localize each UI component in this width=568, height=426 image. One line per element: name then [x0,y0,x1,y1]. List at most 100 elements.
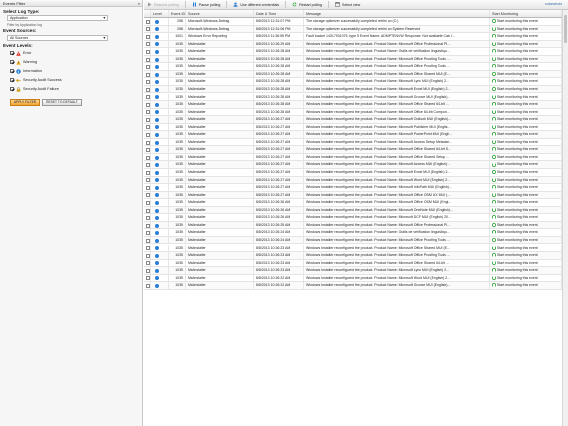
start-monitoring-link[interactable]: Start monitoring this event [490,138,562,146]
table-row[interactable]: 1035 MsiInstaller 8/8/2013 10:26:22 AM Wind… [144,282,562,290]
table-row[interactable]: 1035 MsiInstaller 8/8/2013 10:26:23 AM Wind… [144,244,562,253]
row-checkbox[interactable] [146,185,150,190]
reset-to-default-button[interactable]: RESET TO DEFAULT [42,99,82,106]
start-monitoring-link[interactable]: Start monitoring this event [490,153,562,161]
checkbox[interactable] [10,69,14,73]
table-row[interactable]: 1035 MsiInstaller 8/8/2013 10:26:28 AM Wind… [144,85,562,94]
row-checkbox[interactable] [146,140,150,145]
different-credentials-button[interactable]: Use different credentials [233,2,279,7]
table-row[interactable]: 1001 Windows Error Reporting 8/8/2013 11:3… [144,33,562,41]
table-row[interactable]: 1035 MsiInstaller 8/8/2013 10:26:25 AM Wind… [144,221,562,230]
row-checkbox[interactable] [146,125,150,130]
level-checkbox-warning[interactable]: Warning [10,59,37,65]
table-row[interactable]: 1035 MsiInstaller 8/8/2013 10:26:27 AM Wind… [144,116,562,124]
checkbox[interactable] [10,87,14,91]
start-monitoring-link[interactable]: Start monitoring this event [490,206,562,214]
start-monitoring-link[interactable]: Start monitoring this event [490,63,562,70]
select-view-button[interactable]: Select view [335,2,360,7]
row-checkbox[interactable] [146,102,150,107]
start-monitoring-link[interactable]: Start monitoring this event [490,221,562,229]
row-checkbox[interactable] [146,72,150,77]
table-row[interactable]: 1035 MsiInstaller 8/8/2013 10:26:28 AM Wind… [144,78,562,86]
start-monitoring-link[interactable]: Start monitoring this event [490,93,562,101]
start-monitoring-link[interactable]: Start monitoring this event [490,55,562,63]
table-row[interactable]: 1035 MsiInstaller 8/8/2013 10:26:26 AM Wind… [144,199,562,207]
row-checkbox[interactable] [146,34,150,39]
row-checkbox[interactable] [146,208,150,213]
table-row[interactable]: 1035 MsiInstaller 8/8/2013 10:26:29 AM Wind… [144,40,562,49]
level-checkbox-information[interactable]: Information [10,68,42,74]
start-monitoring-link[interactable]: Start monitoring this event [490,236,562,244]
start-monitoring-link[interactable]: Start monitoring this event [490,18,562,25]
row-checkbox[interactable] [146,223,150,228]
table-row[interactable]: 1035 MsiInstaller 8/8/2013 10:26:28 AM Wind… [144,55,562,64]
column-header-date-time[interactable]: Date & Time [254,10,304,17]
start-monitoring-link[interactable]: Start monitoring this event [490,282,562,289]
table-row[interactable]: 1035 MsiInstaller 8/8/2013 10:26:27 AM Wind… [144,184,562,192]
row-checkbox[interactable] [146,193,150,198]
table-row[interactable]: 1035 MsiInstaller 8/8/2013 10:26:22 AM Wind… [144,274,562,283]
column-header-start-monitoring[interactable]: Start Monitoring [490,10,562,17]
start-monitoring-link[interactable]: Start monitoring this event [490,33,562,40]
start-monitoring-link[interactable]: Start monitoring this event [490,274,562,282]
start-monitoring-link[interactable]: Start monitoring this event [490,244,562,252]
start-monitoring-link[interactable]: Start monitoring this event [490,108,562,116]
start-monitoring-link[interactable]: Start monitoring this event [490,70,562,78]
row-checkbox[interactable] [146,284,150,289]
row-checkbox[interactable] [146,133,150,138]
start-monitoring-link[interactable]: Start monitoring this event [490,40,562,48]
start-monitoring-link[interactable]: Start monitoring this event [490,259,562,267]
table-row[interactable]: 1035 MsiInstaller 8/8/2013 10:26:27 AM Wind… [144,169,562,177]
table-row[interactable]: 1035 MsiInstaller 8/8/2013 10:26:24 AM Wind… [144,229,562,237]
table-row[interactable]: 1035 MsiInstaller 8/8/2013 10:26:27 AM Wind… [144,146,562,154]
row-checkbox[interactable] [146,163,150,168]
row-checkbox[interactable] [146,80,150,85]
row-checkbox[interactable] [146,268,150,273]
table-row[interactable]: 1035 MsiInstaller 8/8/2013 10:26:28 AM Wind… [144,101,562,109]
pause-polling-button[interactable]: Pause polling [192,2,220,7]
row-checkbox[interactable] [146,178,150,183]
start-monitoring-link[interactable]: Start monitoring this event [490,267,562,274]
start-monitoring-link[interactable]: Start monitoring this event [490,25,562,33]
row-checkbox[interactable] [146,216,150,221]
apply-filter-button[interactable]: APPLY FILTER [10,99,40,106]
column-header-source[interactable]: Source [186,10,254,17]
table-row[interactable]: 1035 MsiInstaller 8/8/2013 10:26:26 AM Wind… [144,214,562,222]
restart-polling-button[interactable]: Restart polling [292,2,322,7]
start-monitoring-link[interactable]: Start monitoring this event [490,146,562,153]
table-row[interactable]: 1035 MsiInstaller 8/8/2013 10:26:28 AM Wind… [144,70,562,79]
row-checkbox[interactable] [146,42,150,47]
row-checkbox[interactable] [146,276,150,281]
row-checkbox[interactable] [146,117,150,122]
table-row[interactable]: 1035 MsiInstaller 8/8/2013 10:26:27 AM Wind… [144,138,562,147]
start-monitoring-link[interactable]: Start monitoring this event [490,48,562,55]
table-row[interactable]: 1035 MsiInstaller 8/8/2013 10:26:26 AM Wind… [144,206,562,215]
start-monitoring-link[interactable]: Start monitoring this event [490,123,562,131]
resume-polling-button[interactable]: Resume polling [147,2,179,7]
level-checkbox-error[interactable]: Error [10,50,31,56]
table-row[interactable]: 258 Microsoft-Windows-Defrag 8/8/2013 12:3… [144,18,562,26]
table-row[interactable]: 1035 MsiInstaller 8/8/2013 10:26:27 AM Wind… [144,176,562,185]
row-checkbox[interactable] [146,19,150,24]
level-checkbox-audit-success[interactable]: Security Audit Success [10,77,62,83]
checkbox[interactable] [10,51,14,55]
table-row[interactable]: 1035 MsiInstaller 8/8/2013 10:26:27 AM Wind… [144,123,562,132]
table-row[interactable]: 1035 MsiInstaller 8/8/2013 10:26:27 AM Wind… [144,191,562,200]
checkbox[interactable] [10,60,14,64]
table-row[interactable]: 1035 MsiInstaller 8/8/2013 10:26:27 AM Wind… [144,161,562,169]
event-sources-select[interactable]: All Sources ▼ [7,35,108,41]
start-monitoring-link[interactable]: Start monitoring this event [490,161,562,168]
row-checkbox[interactable] [146,110,150,115]
start-monitoring-link[interactable]: Start monitoring this event [490,214,562,221]
start-monitoring-link[interactable]: Start monitoring this event [490,101,562,108]
start-monitoring-link[interactable]: Start monitoring this event [490,176,562,184]
row-checkbox[interactable] [146,253,150,258]
row-checkbox[interactable] [146,200,150,205]
row-checkbox[interactable] [146,155,150,160]
table-row[interactable]: 1035 MsiInstaller 8/8/2013 10:26:28 AM Wind… [144,63,562,71]
collapse-icon[interactable]: « [136,0,142,6]
row-checkbox[interactable] [146,246,150,251]
row-checkbox[interactable] [146,231,150,236]
table-row[interactable]: 1035 MsiInstaller 8/8/2013 10:26:28 AM Wind… [144,93,562,102]
level-checkbox-audit-failure[interactable]: Security Audit Failure [10,86,59,92]
